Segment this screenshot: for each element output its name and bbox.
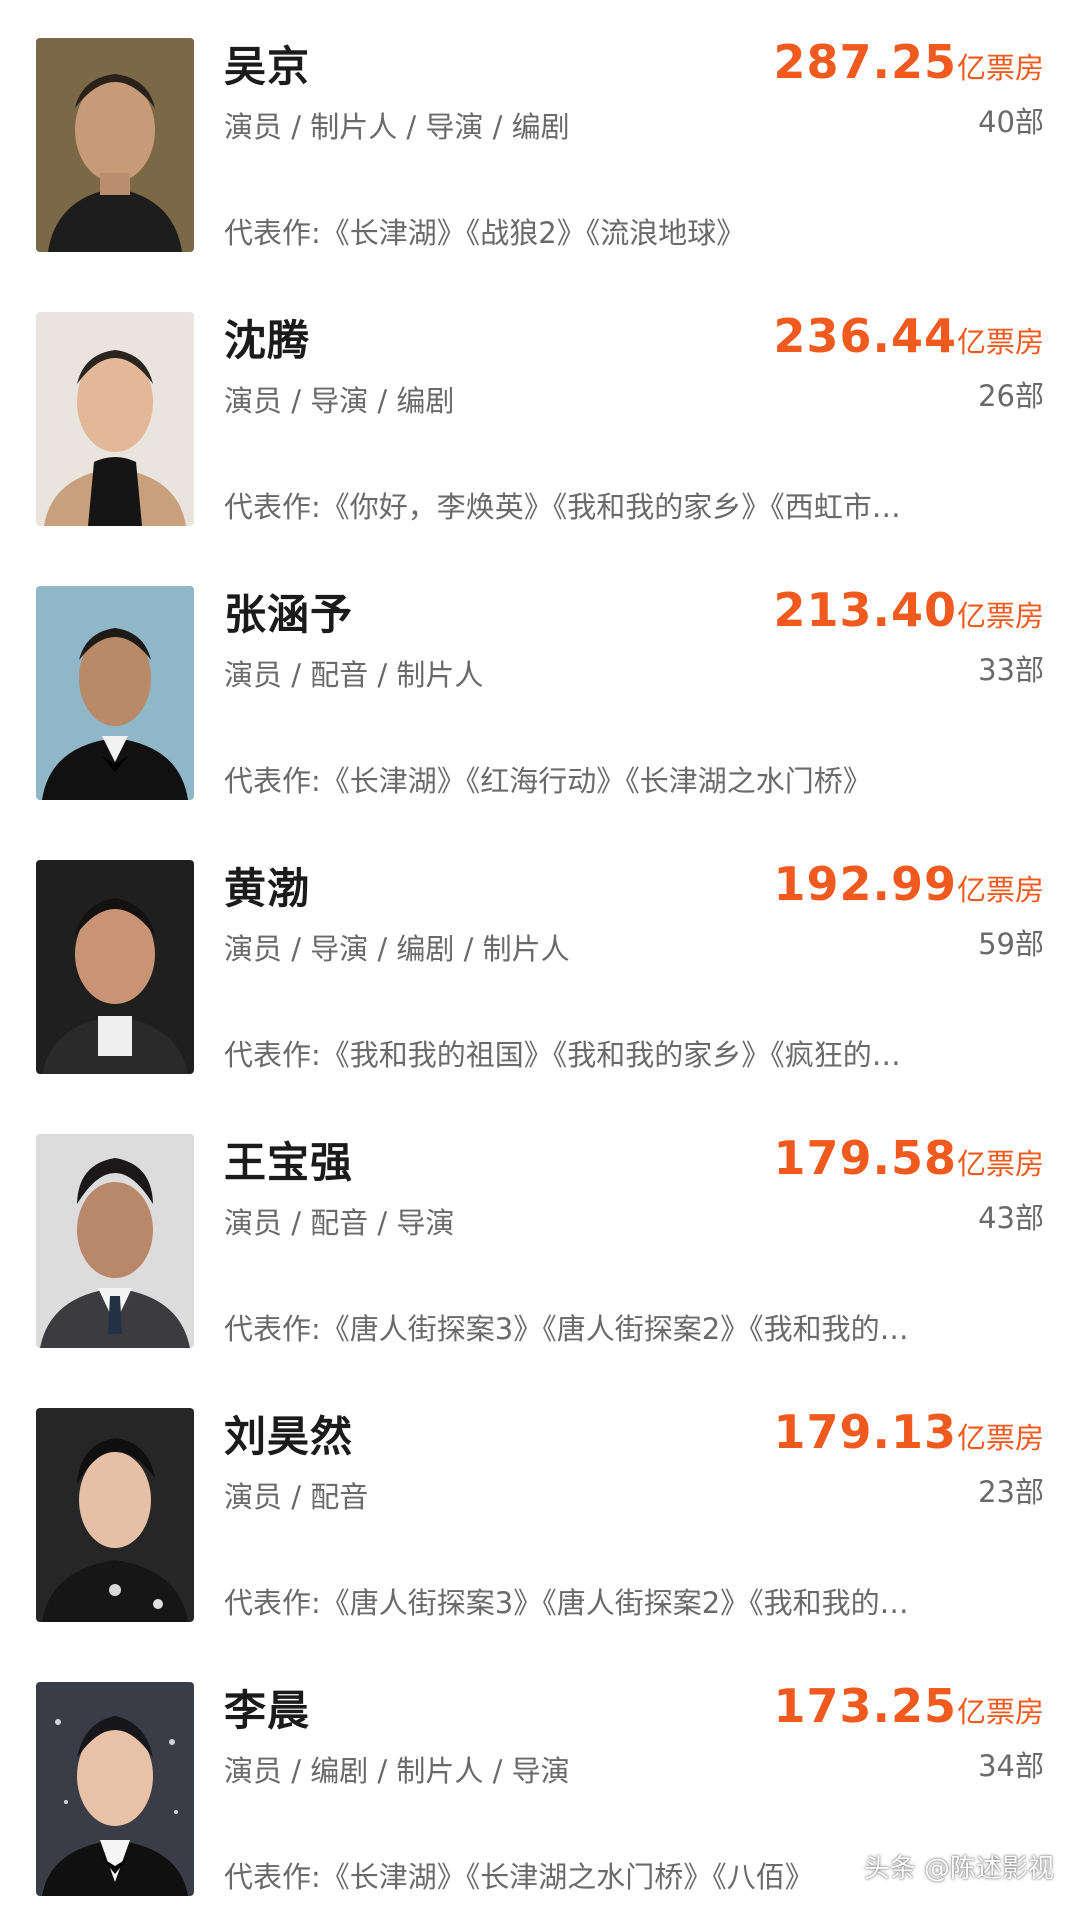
box-office: 179.58亿票房 [773, 1128, 1044, 1199]
works-titles: 《长津湖》《战狼2》《流浪地球》 [320, 216, 746, 250]
works-label: 代表作: [224, 1312, 321, 1346]
works-label: 代表作: [224, 1038, 321, 1072]
actor-name[interactable]: 张涵予 [224, 586, 353, 644]
works-titles: 《长津湖》《长津湖之水门桥》《八佰》 [320, 1860, 814, 1894]
film-count: 40部 [978, 105, 1044, 139]
box-office-value: 213.40 [773, 583, 957, 637]
box-office-value: 287.25 [773, 35, 957, 89]
box-office-unit: 亿票房 [956, 1147, 1044, 1181]
box-office-unit: 亿票房 [956, 873, 1044, 907]
actor-row[interactable]: 黄渤 演员 / 导演 / 编剧 / 制片人 192.99亿票房 59部 代表作:… [0, 822, 1078, 1096]
box-office-unit: 亿票房 [956, 599, 1044, 633]
box-office: 213.40亿票房 [773, 580, 1044, 651]
actor-name[interactable]: 李晨 [224, 1682, 310, 1740]
actor-photo [36, 312, 194, 526]
box-office-unit: 亿票房 [956, 51, 1044, 85]
film-count: 23部 [978, 1475, 1044, 1509]
actor-name[interactable]: 黄渤 [224, 860, 310, 918]
box-office-unit: 亿票房 [956, 1695, 1044, 1729]
actor-photo [36, 1408, 194, 1622]
actor-roles: 演员 / 配音 / 导演 [224, 1206, 455, 1240]
actor-list: 吴京 演员 / 制片人 / 导演 / 编剧 287.25亿票房 40部 代表作:… [0, 0, 1078, 1918]
actor-photo [36, 1682, 194, 1896]
box-office: 192.99亿票房 [773, 854, 1044, 925]
actor-photo [36, 586, 194, 800]
film-count: 33部 [978, 653, 1044, 687]
film-count: 59部 [978, 927, 1044, 961]
actor-roles: 演员 / 导演 / 编剧 / 制片人 [224, 932, 570, 966]
box-office-value: 173.25 [773, 1679, 957, 1733]
works-titles: 《你好，李焕英》《我和我的家乡》《西虹市… [320, 490, 901, 524]
box-office-value: 236.44 [773, 309, 957, 363]
representative-works: 代表作:《我和我的祖国》《我和我的家乡》《疯狂的… [224, 1034, 999, 1076]
box-office: 173.25亿票房 [773, 1676, 1044, 1747]
works-titles: 《唐人街探案3》《唐人街探案2》《我和我的… [320, 1312, 909, 1346]
box-office: 287.25亿票房 [773, 32, 1044, 103]
representative-works: 代表作:《长津湖》《红海行动》《长津湖之水门桥》 [224, 760, 999, 802]
works-label: 代表作: [224, 1860, 321, 1894]
works-label: 代表作: [224, 216, 321, 250]
representative-works: 代表作:《长津湖》《战狼2》《流浪地球》 [224, 212, 999, 254]
actor-roles: 演员 / 导演 / 编剧 [224, 384, 455, 418]
box-office: 236.44亿票房 [773, 306, 1044, 377]
works-label: 代表作: [224, 490, 321, 524]
film-count: 26部 [978, 379, 1044, 413]
actor-photo [36, 1134, 194, 1348]
actor-row[interactable]: 张涵予 演员 / 配音 / 制片人 213.40亿票房 33部 代表作:《长津湖… [0, 548, 1078, 822]
box-office-unit: 亿票房 [956, 1421, 1044, 1455]
box-office-value: 192.99 [773, 857, 957, 911]
watermark: 头条 @陈述影视 [863, 1854, 1054, 1884]
box-office-value: 179.58 [773, 1131, 957, 1185]
actor-roles: 演员 / 编剧 / 制片人 / 导演 [224, 1754, 570, 1788]
representative-works: 代表作:《唐人街探案3》《唐人街探案2》《我和我的… [224, 1308, 999, 1350]
actor-roles: 演员 / 配音 [224, 1480, 369, 1514]
works-label: 代表作: [224, 1586, 321, 1620]
actor-row[interactable]: 沈腾 演员 / 导演 / 编剧 236.44亿票房 26部 代表作:《你好，李焕… [0, 274, 1078, 548]
box-office: 179.13亿票房 [773, 1402, 1044, 1473]
actor-row[interactable]: 王宝强 演员 / 配音 / 导演 179.58亿票房 43部 代表作:《唐人街探… [0, 1096, 1078, 1370]
works-label: 代表作: [224, 764, 321, 798]
actor-photo [36, 860, 194, 1074]
works-titles: 《长津湖》《红海行动》《长津湖之水门桥》 [320, 764, 872, 798]
film-count: 43部 [978, 1201, 1044, 1235]
actor-roles: 演员 / 配音 / 制片人 [224, 658, 484, 692]
representative-works: 代表作:《你好，李焕英》《我和我的家乡》《西虹市… [224, 486, 999, 528]
actor-name[interactable]: 王宝强 [224, 1134, 353, 1192]
actor-name[interactable]: 沈腾 [224, 312, 310, 370]
film-count: 34部 [978, 1749, 1044, 1783]
box-office-unit: 亿票房 [956, 325, 1044, 359]
actor-row[interactable]: 吴京 演员 / 制片人 / 导演 / 编剧 287.25亿票房 40部 代表作:… [0, 0, 1078, 274]
actor-name[interactable]: 吴京 [224, 38, 310, 96]
works-titles: 《我和我的祖国》《我和我的家乡》《疯狂的… [320, 1038, 901, 1072]
actor-photo [36, 38, 194, 252]
actor-name[interactable]: 刘昊然 [224, 1408, 353, 1466]
actor-roles: 演员 / 制片人 / 导演 / 编剧 [224, 110, 570, 144]
representative-works: 代表作:《唐人街探案3》《唐人街探案2》《我和我的… [224, 1582, 999, 1624]
actor-row[interactable]: 刘昊然 演员 / 配音 179.13亿票房 23部 代表作:《唐人街探案3》《唐… [0, 1370, 1078, 1644]
box-office-value: 179.13 [773, 1405, 957, 1459]
works-titles: 《唐人街探案3》《唐人街探案2》《我和我的… [320, 1586, 909, 1620]
